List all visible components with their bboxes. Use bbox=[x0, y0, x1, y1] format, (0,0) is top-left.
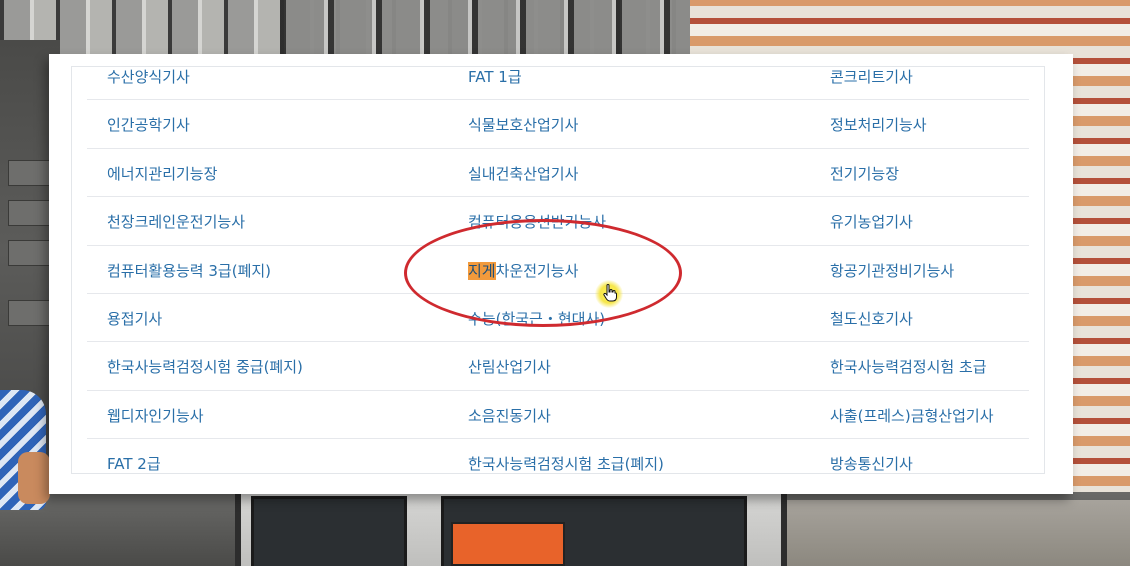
certificate-link[interactable]: 에너지관리기능장 bbox=[107, 163, 217, 184]
certificate-link[interactable]: FAT 2급 bbox=[107, 453, 161, 473]
table-row: 웹디자인기능사 소음진동기사 사출(프레스)금형산업기사 bbox=[87, 391, 1029, 440]
certificate-link[interactable]: 정보처리기능사 bbox=[830, 114, 927, 135]
certificate-link[interactable]: 식물보호산업기사 bbox=[468, 114, 578, 135]
certificate-link[interactable]: 수산양식기사 bbox=[107, 67, 190, 87]
certificate-link[interactable]: 인간공학기사 bbox=[107, 114, 190, 135]
certificate-link[interactable]: 콘크리트기사 bbox=[830, 67, 913, 87]
certificate-link[interactable]: 한국사능력검정시험 초급(폐지) bbox=[468, 453, 664, 473]
certificate-link[interactable]: 웹디자인기능사 bbox=[107, 405, 204, 426]
certificate-link[interactable]: 천장크레인운전기능사 bbox=[107, 211, 245, 232]
certificate-link[interactable]: 컴퓨터활용능력 3급(폐지) bbox=[107, 260, 271, 281]
certificate-link[interactable]: 전기기능장 bbox=[830, 163, 899, 184]
table-row: 한국사능력검정시험 중급(폐지) 산림산업기사 한국사능력검정시험 초급 bbox=[87, 342, 1029, 391]
certificate-link[interactable]: 한국사능력검정시험 중급(폐지) bbox=[107, 356, 303, 377]
table-row: 수산양식기사 FAT 1급 콘크리트기사 bbox=[87, 67, 1029, 101]
certificate-link[interactable]: 용접기사 bbox=[107, 308, 162, 329]
certificate-link[interactable]: 소음진동기사 bbox=[468, 405, 551, 426]
certificate-link[interactable]: 유기농업기사 bbox=[830, 211, 913, 232]
table-row: 인간공학기사 식물보호산업기사 정보처리기능사 bbox=[87, 100, 1029, 149]
certificate-link[interactable]: 실내건축산업기사 bbox=[468, 163, 578, 184]
red-annotation-circle bbox=[404, 219, 682, 327]
certificate-link[interactable]: 사출(프레스)금형산업기사 bbox=[830, 405, 994, 426]
certificate-link[interactable]: 산림산업기사 bbox=[468, 356, 551, 377]
certificate-link[interactable]: 항공기관정비기능사 bbox=[830, 260, 954, 281]
certificate-link[interactable]: FAT 1급 bbox=[468, 67, 522, 87]
hand-pointer-icon bbox=[603, 284, 617, 305]
table-row: 에너지관리기능장 실내건축산업기사 전기기능장 bbox=[87, 149, 1029, 198]
certificate-link[interactable]: 한국사능력검정시험 초급 bbox=[830, 356, 987, 377]
certificate-link[interactable]: 방송통신기사 bbox=[830, 453, 913, 473]
certificate-link[interactable]: 철도신호기사 bbox=[830, 308, 913, 329]
table-row: FAT 2급 한국사능력검정시험 초급(폐지) 방송통신기사 bbox=[87, 439, 1029, 473]
